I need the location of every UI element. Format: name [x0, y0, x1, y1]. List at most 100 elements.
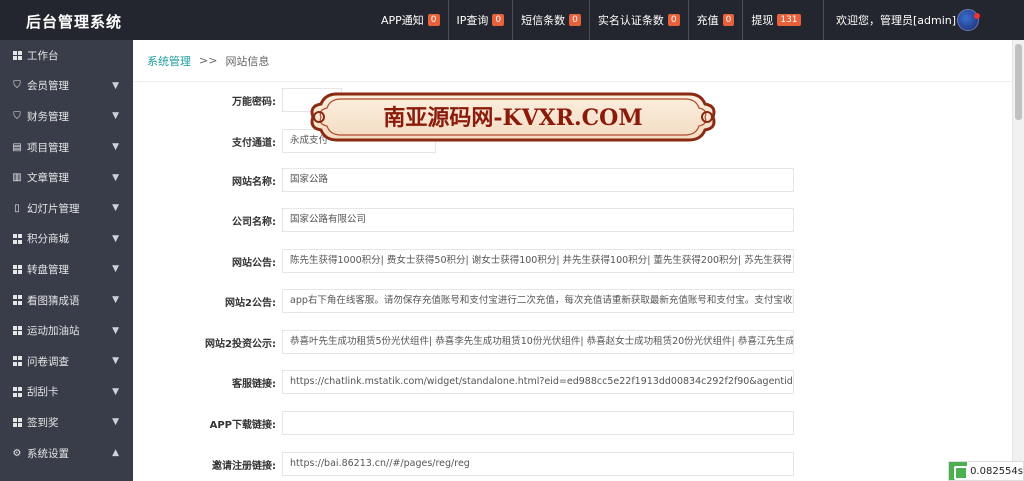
chevron-up-icon: ▲	[112, 448, 119, 459]
timer-value: 0.082554s	[970, 465, 1023, 477]
app-download-link-field[interactable]	[282, 411, 794, 435]
sidebar-item-idiom-guess[interactable]: 看图猜成语 ▼	[0, 285, 133, 316]
sidebar-item-checkin[interactable]: 签到奖 ▼	[0, 407, 133, 438]
sidebar-item-slides[interactable]: ▯ 幻灯片管理 ▼	[0, 193, 133, 224]
avatar[interactable]	[957, 9, 980, 31]
watermark-text: 南亚源码网-KVXR.COM	[383, 105, 642, 131]
sidebar-item-label: 签到奖	[27, 416, 59, 429]
site-name-field[interactable]: 国家公路	[282, 168, 794, 192]
form-row-site-notice: 网站公告: 陈先生获得1000积分| 费女士获得50积分| 谢女士获得100积分…	[133, 249, 1012, 273]
grid-icon	[12, 234, 22, 244]
dashboard-icon	[12, 50, 22, 61]
watermark-logo: 南亚源码网-KVXR.COM	[310, 92, 716, 142]
sidebar-item-label: 系统设置	[27, 447, 69, 460]
chevron-down-icon: ▼	[112, 264, 119, 275]
form-row-company-name: 公司名称: 国家公路有限公司	[133, 208, 1012, 232]
top-nav-app-notice[interactable]: APP通知 0	[373, 0, 448, 40]
sidebar-item-members[interactable]: ⛉ 会员管理 ▼	[0, 71, 133, 102]
shield-icon: ⛉	[13, 110, 21, 122]
page-timer-badge: 0.082554s	[948, 461, 1024, 481]
sidebar-item-dashboard[interactable]: 工作台	[0, 40, 133, 71]
form-row-site-notice-2: 网站2公告: app右下角在线客服。请勿保存充值账号和支付宝进行二次充值，每次充…	[133, 289, 1012, 313]
field-label: 客服链接:	[232, 379, 276, 390]
chevron-down-icon: ▼	[112, 80, 119, 91]
count-badge: 0	[722, 14, 735, 26]
count-badge: 0	[492, 14, 505, 26]
sidebar-item-label: 问卷调查	[27, 355, 69, 368]
sidebar-item-label: 文章管理	[27, 172, 69, 185]
investment-notice-field[interactable]: 恭喜叶先生成功租赁5份光伏组件| 恭喜李先生成功租赁10份光伏组件| 恭喜赵女士…	[282, 330, 794, 354]
top-nav-ip-query[interactable]: IP查询 0	[447, 0, 513, 40]
document-icon: ▤	[12, 141, 22, 153]
chevron-down-icon: ▼	[112, 325, 119, 336]
sidebar-item-label: 项目管理	[27, 141, 69, 154]
sidebar-item-survey[interactable]: 问卷调查 ▼	[0, 346, 133, 377]
chevron-down-icon: ▼	[112, 295, 119, 306]
site-notice-field[interactable]: 陈先生获得1000积分| 费女士获得50积分| 谢女士获得100积分| 井先生获…	[282, 249, 794, 273]
user-menu[interactable]: 欢迎您，管理员[admin] ▾	[823, 0, 964, 40]
user-greeting: 欢迎您，管理员[admin]	[836, 14, 957, 27]
sidebar-item-finance[interactable]: ⛉ 财务管理 ▼	[0, 101, 133, 132]
support-link-field[interactable]: https://chatlink.mstatik.com/widget/stan…	[282, 370, 794, 394]
sidebar-item-scratch-card[interactable]: 刮刮卡 ▼	[0, 377, 133, 408]
grid-icon	[12, 264, 22, 275]
chevron-down-icon: ▼	[112, 386, 119, 397]
timer-icon	[949, 462, 969, 480]
sidebar-item-articles[interactable]: ▥ 文章管理 ▼	[0, 162, 133, 193]
grid-icon	[12, 325, 22, 336]
top-nav-label: IP查询	[456, 14, 489, 27]
breadcrumb-parent-link[interactable]: 系统管理	[147, 53, 191, 69]
count-badge: 0	[667, 14, 680, 26]
sidebar-item-points-mall[interactable]: 积分商城 ▼	[0, 224, 133, 255]
page-scrollbar[interactable]	[1012, 40, 1024, 481]
top-nav-label: 提现	[751, 14, 774, 27]
top-nav-sms-count[interactable]: 短信条数 0	[512, 0, 589, 40]
sidebar-item-label: 看图猜成语	[27, 294, 80, 307]
sidebar-item-label: 刮刮卡	[27, 386, 59, 399]
sidebar-item-sports[interactable]: 运动加油站 ▼	[0, 315, 133, 346]
grid-icon	[12, 417, 22, 428]
top-nav-realname-count[interactable]: 实名认证条数 0	[588, 0, 688, 40]
breadcrumb-current: 网站信息	[225, 54, 270, 68]
sidebar-item-label: 转盘管理	[27, 263, 69, 276]
field-label: 网站2投资公示:	[205, 339, 276, 350]
top-nav-withdraw[interactable]: 提现 131	[742, 0, 808, 40]
invite-link-field[interactable]: https://bai.86213.cn//#/pages/reg/reg	[282, 452, 794, 476]
grid-icon	[12, 356, 22, 366]
count-badge: 0	[427, 14, 440, 26]
chevron-down-icon: ▼	[112, 203, 119, 214]
site-notice-2-field[interactable]: app右下角在线客服。请勿保存充值账号和支付宝进行二次充值，每次充值请重新获取最…	[282, 289, 794, 313]
sidebar-item-wheel[interactable]: 转盘管理 ▼	[0, 254, 133, 285]
grid-icon	[12, 387, 22, 397]
form-row-investment-notice: 网站2投资公示: 恭喜叶先生成功租赁5份光伏组件| 恭喜李先生成功租赁10份光伏…	[133, 330, 1012, 354]
top-nav: APP通知 0 IP查询 0 短信条数 0 实名认证条数 0 充值 0 提现 1…	[373, 0, 809, 40]
sidebar-item-projects[interactable]: ▤ 项目管理 ▼	[0, 132, 133, 163]
sidebar-item-label: 幻灯片管理	[27, 202, 80, 215]
field-label: 邀请注册链接:	[212, 461, 276, 472]
scrollbar-thumb[interactable]	[1015, 44, 1022, 120]
chevron-down-icon: ▼	[112, 111, 119, 122]
chevron-down-icon: ▼	[112, 172, 119, 183]
file-icon: ▥	[12, 172, 22, 184]
sidebar-item-settings[interactable]: ⚙ 系统设置 ▲	[0, 438, 133, 469]
form-row-site-name: 网站名称: 国家公路	[133, 168, 1012, 192]
sidebar-item-label: 工作台	[27, 49, 59, 62]
field-label: 万能密码:	[232, 97, 276, 108]
top-nav-label: 短信条数	[521, 14, 566, 27]
field-label: 公司名称:	[232, 217, 276, 228]
field-label: 网站公告:	[232, 258, 276, 269]
form-row-support-link: 客服链接: https://chatlink.mstatik.com/widge…	[133, 370, 1012, 394]
breadcrumb-separator: >>	[199, 54, 218, 67]
chevron-down-icon: ▼	[112, 356, 119, 367]
top-nav-recharge[interactable]: 充值 0	[687, 0, 743, 40]
chevron-down-icon: ▼	[112, 417, 119, 428]
sidebar-item-label: 积分商城	[27, 233, 69, 246]
top-nav-label: APP通知	[381, 14, 424, 27]
company-name-field[interactable]: 国家公路有限公司	[282, 208, 794, 232]
field-label: APP下载链接:	[209, 420, 276, 431]
breadcrumb: 系统管理 >> 网站信息	[133, 40, 1012, 82]
grid-icon	[12, 295, 22, 305]
count-badge: 0	[569, 14, 581, 26]
form-row-invite-link: 邀请注册链接: https://bai.86213.cn//#/pages/re…	[133, 452, 1012, 476]
chevron-down-icon: ▼	[112, 233, 119, 244]
